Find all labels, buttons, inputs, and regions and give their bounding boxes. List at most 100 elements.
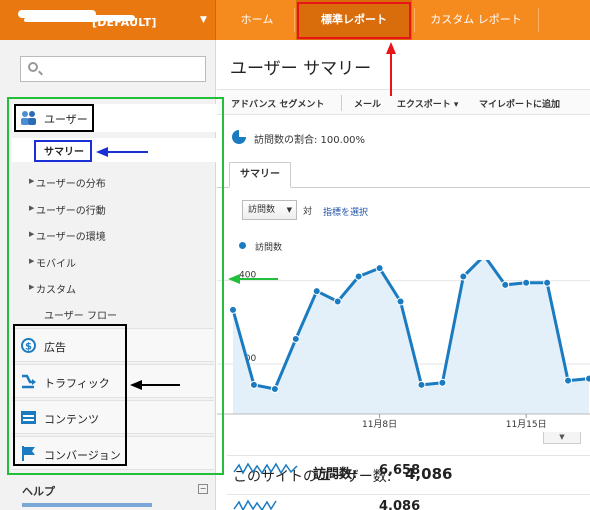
sidebar-item-label: ユーザー フロー	[44, 311, 117, 322]
sidebar-help-header[interactable]: ヘルプ −	[12, 481, 216, 501]
chevron-down-icon: ▼	[286, 206, 292, 214]
help-link-cropped[interactable]	[22, 503, 152, 507]
expand-triangle-icon: ▶	[29, 283, 35, 291]
chevron-down-icon: ▼	[200, 15, 207, 25]
sidebar-item-label: ユーザーの環境	[36, 232, 106, 243]
sidebar-item-label: サマリー	[44, 147, 84, 158]
data-point	[312, 287, 321, 296]
sidebar-item-label: モバイル	[36, 259, 76, 270]
users-value: 4,086	[379, 499, 421, 510]
data-point	[564, 376, 573, 385]
tab-standard-reports[interactable]: 標準レポート	[296, 0, 412, 40]
users-sparkline-row: 4,086	[233, 497, 573, 510]
visits-line-chart: 40020011月8日 11月15日	[217, 260, 590, 430]
x-tick-label: 11月15日	[506, 419, 547, 430]
sidebar-item-user-flow[interactable]: ユーザー フロー	[44, 307, 117, 322]
data-point	[396, 297, 405, 306]
sidebar-item-traffic[interactable]: トラフィック	[12, 364, 214, 398]
redacted-account-name	[18, 10, 96, 18]
sidebar-item-mobile[interactable]: ▶ モバイル	[29, 255, 76, 270]
sidebar-item-label: コンバージョン	[44, 449, 121, 462]
expand-triangle-icon: ▶	[29, 257, 35, 265]
sidebar-item-custom[interactable]: ▶ カスタム	[29, 281, 76, 296]
tab-divider	[294, 8, 295, 32]
sidebar-item-summary[interactable]: サマリー	[12, 138, 216, 162]
versus-label: 対	[303, 207, 313, 217]
sidebar-item-label: 広告	[44, 341, 66, 354]
toolbar-divider	[341, 95, 342, 111]
users-sparkline	[233, 499, 277, 510]
sidebar-item-label: ユーザー	[44, 113, 88, 126]
legend-label: 訪問数	[255, 243, 283, 253]
search-icon	[28, 62, 38, 72]
visits-sparkline-row: 訪問数: 6,658	[233, 460, 573, 482]
data-point	[291, 335, 300, 343]
expand-triangle-icon: ▶	[29, 204, 35, 212]
data-point	[417, 380, 426, 389]
tab-summary[interactable]: サマリー	[229, 162, 291, 188]
sidebar-item-label: ユーザーの行動	[36, 206, 106, 217]
data-point	[543, 278, 552, 287]
y-tick-label: 400	[239, 271, 256, 281]
data-point	[249, 380, 258, 389]
collapse-icon[interactable]: −	[198, 484, 208, 494]
traffic-arrows-icon	[22, 374, 36, 389]
sidebar-item-conversions[interactable]: コンバージョン	[12, 436, 214, 470]
sidebar-item-label: カスタム	[36, 285, 76, 296]
account-label: [DEFAULT]	[92, 16, 157, 29]
tab-home[interactable]: ホーム	[222, 0, 292, 40]
x-tick-label: 11月8日	[362, 419, 397, 430]
data-point	[585, 374, 590, 383]
sidebar-item-label: コンテンツ	[44, 413, 99, 426]
data-point	[522, 278, 531, 287]
export-button[interactable]: エクスポート ▾	[397, 97, 458, 110]
data-point	[229, 305, 237, 314]
account-selector[interactable]: [DEFAULT] ▼	[0, 0, 216, 40]
metric-dropdown[interactable]: 訪問数 ▼	[242, 200, 297, 220]
sidebar-item-advertising[interactable]: $ 広告	[12, 328, 214, 362]
sidebar-item-label: ユーザーの分布	[36, 179, 106, 190]
tab-custom-reports[interactable]: カスタム レポート	[416, 0, 536, 40]
users-icon	[21, 111, 36, 125]
legend-marker	[239, 242, 246, 249]
data-point	[501, 280, 510, 289]
data-point	[438, 378, 447, 387]
sidebar-item-content[interactable]: コンテンツ	[12, 400, 214, 434]
data-point	[375, 264, 384, 273]
chart-scroll-handle[interactable]: ▼	[543, 432, 581, 444]
expand-triangle-icon: ▶	[29, 177, 35, 185]
content-icon	[21, 411, 36, 424]
main-content: ユーザー サマリー アドバンス セグメント メール エクスポート ▾ マイレポー…	[217, 40, 590, 510]
svg-text:$: $	[25, 342, 32, 353]
report-toolbar: アドバンス セグメント メール エクスポート ▾ マイレポートに追加	[217, 89, 590, 115]
sidebar-item-behavior[interactable]: ▶ ユーザーの行動	[29, 202, 106, 217]
sidebar-item-users[interactable]: ユーザー	[12, 104, 216, 132]
search-box[interactable]	[20, 56, 206, 82]
tab-divider	[414, 8, 415, 32]
advanced-segments-button[interactable]: アドバンス セグメント	[231, 97, 324, 110]
visits-value: 6,658	[379, 463, 421, 478]
flag-icon	[22, 446, 35, 461]
data-point	[459, 272, 468, 281]
help-label: ヘルプ	[22, 485, 55, 498]
dollar-icon: $	[21, 338, 36, 353]
sidebar-item-label: トラフィック	[44, 377, 110, 390]
percentage-text: 訪問数の割合: 100.00%	[254, 135, 366, 146]
search-input[interactable]	[43, 60, 198, 78]
page-title: ユーザー サマリー	[230, 59, 372, 79]
data-point	[270, 385, 279, 393]
add-to-dashboard-button[interactable]: マイレポートに追加	[479, 97, 560, 110]
sidebar-item-technology[interactable]: ▶ ユーザーの環境	[29, 228, 106, 243]
top-nav-bar: [DEFAULT] ▼ ホーム 標準レポート カスタム レポート	[0, 0, 590, 40]
visits-label: 訪問数:	[313, 467, 358, 482]
data-point	[333, 297, 342, 306]
data-point	[354, 272, 363, 281]
sidebar-item-demographics[interactable]: ▶ ユーザーの分布	[29, 175, 106, 190]
pie-chart-icon	[232, 130, 246, 144]
tab-divider	[538, 8, 539, 32]
metric-dropdown-value: 訪問数	[248, 205, 276, 215]
select-metric-link[interactable]: 指標を選択	[323, 205, 368, 218]
email-button[interactable]: メール	[354, 97, 381, 110]
visits-sparkline	[233, 462, 298, 475]
expand-triangle-icon: ▶	[29, 230, 35, 238]
